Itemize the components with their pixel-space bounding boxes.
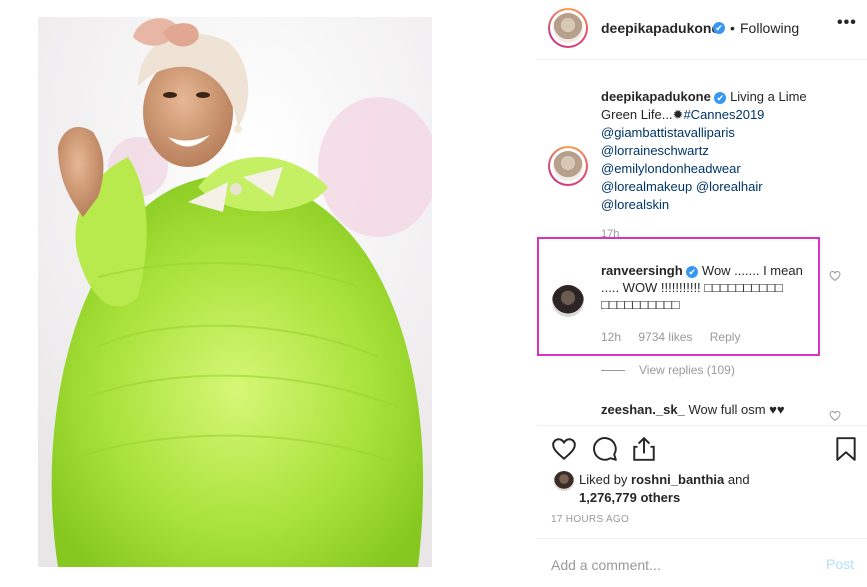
liker-username[interactable]: roshni_banthia: [631, 472, 724, 487]
post-comment-button[interactable]: Post: [826, 556, 854, 572]
small-heart-icon[interactable]: [829, 270, 841, 282]
likes-prefix: Liked by: [579, 472, 628, 487]
caption-hashtag[interactable]: #Cannes2019: [683, 107, 764, 122]
comment-likes[interactable]: 9734 likes: [638, 330, 692, 344]
verified-badge-icon: ✔: [686, 266, 699, 278]
caption-mention[interactable]: @emilylondonheadwear: [601, 161, 741, 176]
likes-joiner: and: [727, 472, 750, 487]
caption-mention[interactable]: @lorealhair: [696, 179, 763, 194]
author-avatar[interactable]: [548, 8, 588, 48]
share-icon[interactable]: [631, 436, 657, 462]
author-username[interactable]: deepikapadukone: [601, 20, 719, 36]
liker-avatar[interactable]: [554, 471, 574, 491]
sparkle-emoji-icon: ✹: [672, 107, 684, 122]
caption-mention[interactable]: @lorealskin: [601, 197, 669, 212]
commenter-username[interactable]: ranveersingh: [601, 263, 683, 278]
caption-mention[interactable]: @lorraineschwartz: [601, 143, 709, 158]
others-count[interactable]: 1,276,779 others: [579, 490, 680, 505]
small-heart-icon[interactable]: [829, 410, 841, 422]
post-header: deepikapadukone ✔ • Following •••: [537, 0, 867, 60]
caption-username[interactable]: deepikapadukone: [601, 89, 711, 104]
highlighted-comment: ranveersingh ✔ Wow ....... I mean ..... …: [601, 262, 819, 313]
comment-time[interactable]: 12h: [601, 330, 621, 344]
caption-author-avatar[interactable]: [548, 146, 588, 186]
post-photo-illustration: [38, 17, 432, 567]
replies-divider: [601, 370, 625, 372]
comment-meta: 12h 9734 likes Reply: [601, 330, 754, 344]
reply-button[interactable]: Reply: [710, 330, 741, 344]
caption-mention[interactable]: @giambattistavalliparis: [601, 125, 735, 140]
post-actions: Liked by roshni_banthia and 1,276,779 ot…: [537, 425, 867, 587]
heart-outline-icon[interactable]: [551, 436, 577, 462]
add-comment-section: Post: [537, 538, 867, 587]
following-button[interactable]: Following: [740, 20, 799, 36]
bookmark-icon[interactable]: [833, 436, 859, 462]
caption: deepikapadukone ✔ Living a Lime Green Li…: [601, 88, 833, 214]
second-comment: zeeshan._sk_ Wow full osm ♥♥: [601, 402, 785, 417]
view-replies-label: View replies (109): [639, 363, 735, 377]
add-comment-input[interactable]: [551, 555, 811, 575]
post-timestamp[interactable]: 17 HOURS AGO: [551, 514, 629, 525]
verified-badge-icon: ✔: [713, 22, 725, 34]
comment-text: Wow full osm ♥♥: [688, 402, 785, 417]
caption-mention[interactable]: @lorealmakeup: [601, 179, 692, 194]
post-details-panel: deepikapadukone ✔ • Following ••• deepik…: [537, 0, 867, 587]
header-separator: •: [730, 20, 735, 36]
commenter-username[interactable]: zeeshan._sk_: [601, 402, 685, 417]
post-photo[interactable]: [38, 17, 432, 567]
commenter-avatar[interactable]: [552, 285, 584, 317]
speech-bubble-icon[interactable]: [592, 436, 618, 462]
view-replies-button[interactable]: View replies (109): [601, 363, 735, 377]
more-options-icon[interactable]: •••: [837, 14, 857, 32]
likes-summary: Liked by roshni_banthia and 1,276,779 ot…: [579, 471, 839, 507]
verified-badge-icon: ✔: [714, 92, 727, 104]
